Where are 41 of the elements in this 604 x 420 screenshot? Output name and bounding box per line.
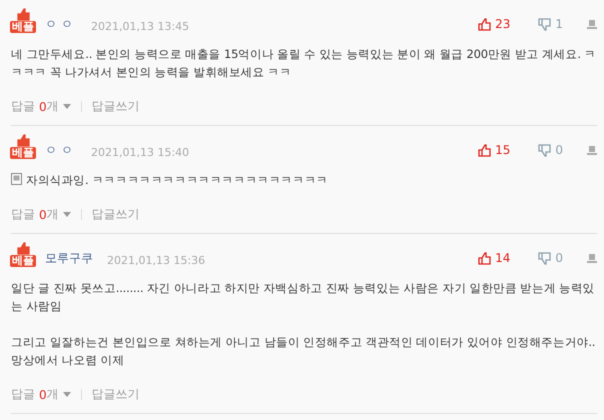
dislike-count: 0 — [555, 143, 563, 157]
caret-icon — [62, 104, 71, 109]
comment-text: 그리고 일잘하는건 본인입으로 쳐하는게 아니고 남들이 인정해주고 객관적인 데이터가 있어야 인정해주는거야.. 망상에서 나오렴 이제 — [11, 334, 596, 369]
best-badge: 베플 — [10, 255, 36, 267]
reply-count-toggle[interactable]: 답글 0개 — [11, 98, 71, 115]
best-badge-thumb-icon — [16, 8, 30, 21]
dislike-count: 1 — [555, 17, 563, 31]
write-reply-link[interactable]: 답글쓰기 — [92, 98, 140, 115]
dislike-icon[interactable] — [538, 18, 552, 30]
report-icon[interactable] — [587, 145, 597, 155]
like-count: 23 — [495, 17, 510, 31]
reply-count-toggle[interactable]: 답글 0개 — [11, 206, 71, 223]
like-icon[interactable] — [478, 18, 492, 30]
write-reply-link[interactable]: 답글쓰기 — [92, 206, 140, 223]
dislike-icon[interactable] — [538, 144, 552, 156]
author-name[interactable]: 모루구쿠 — [45, 250, 93, 267]
reply-count-toggle[interactable]: 답글 0개 — [11, 386, 71, 403]
report-icon[interactable] — [587, 253, 597, 263]
like-icon[interactable] — [478, 144, 492, 156]
best-badge-thumb-icon — [16, 242, 30, 255]
caret-icon — [62, 392, 71, 397]
comment-text: 자의식과잉. ㅋㅋㅋㅋㅋㅋㅋㅋㅋㅋㅋㅋㅋㅋㅋㅋㅋㅋㅋㅋ — [11, 171, 597, 189]
like-count: 14 — [495, 251, 510, 265]
comment-text: 네 그만두세요.. 본인의 능력으로 매출을 15억이나 올릴 수 있는 능력있는 분이 왜 월급 200만원 받고 계세요. ㅋㅋㅋㅋ 꼭 나가셔서 본인의 능력을 발휘해보세요 ㅋㅋ — [11, 46, 597, 81]
best-badge-thumb-icon — [16, 134, 30, 147]
best-badge: 베플 — [10, 147, 36, 159]
dislike-icon[interactable] — [538, 252, 552, 264]
author-name: ㅇㅇ — [45, 142, 77, 159]
caret-icon — [62, 212, 71, 217]
comment-date: 2021,01,13 15:36 — [107, 254, 206, 267]
comment-date: 2021,01,13 13:45 — [91, 20, 190, 33]
comment-text: 일단 글 진짜 못쓰고........ 자긴 아니라고 하지만 자백심하고 진짜 능력있는 사람은 자기 일한만큼 받는게 능력있는 사람임 — [11, 280, 596, 315]
like-icon[interactable] — [478, 252, 492, 264]
write-reply-link[interactable]: 답글쓰기 — [92, 386, 140, 403]
memo-icon — [11, 173, 22, 185]
like-count: 15 — [495, 143, 510, 157]
best-badge: 베플 — [10, 21, 36, 33]
dislike-count: 0 — [555, 251, 563, 265]
comment-date: 2021,01,13 15:40 — [91, 146, 190, 159]
author-name: ㅇㅇ — [45, 16, 77, 33]
report-icon[interactable] — [587, 19, 597, 29]
